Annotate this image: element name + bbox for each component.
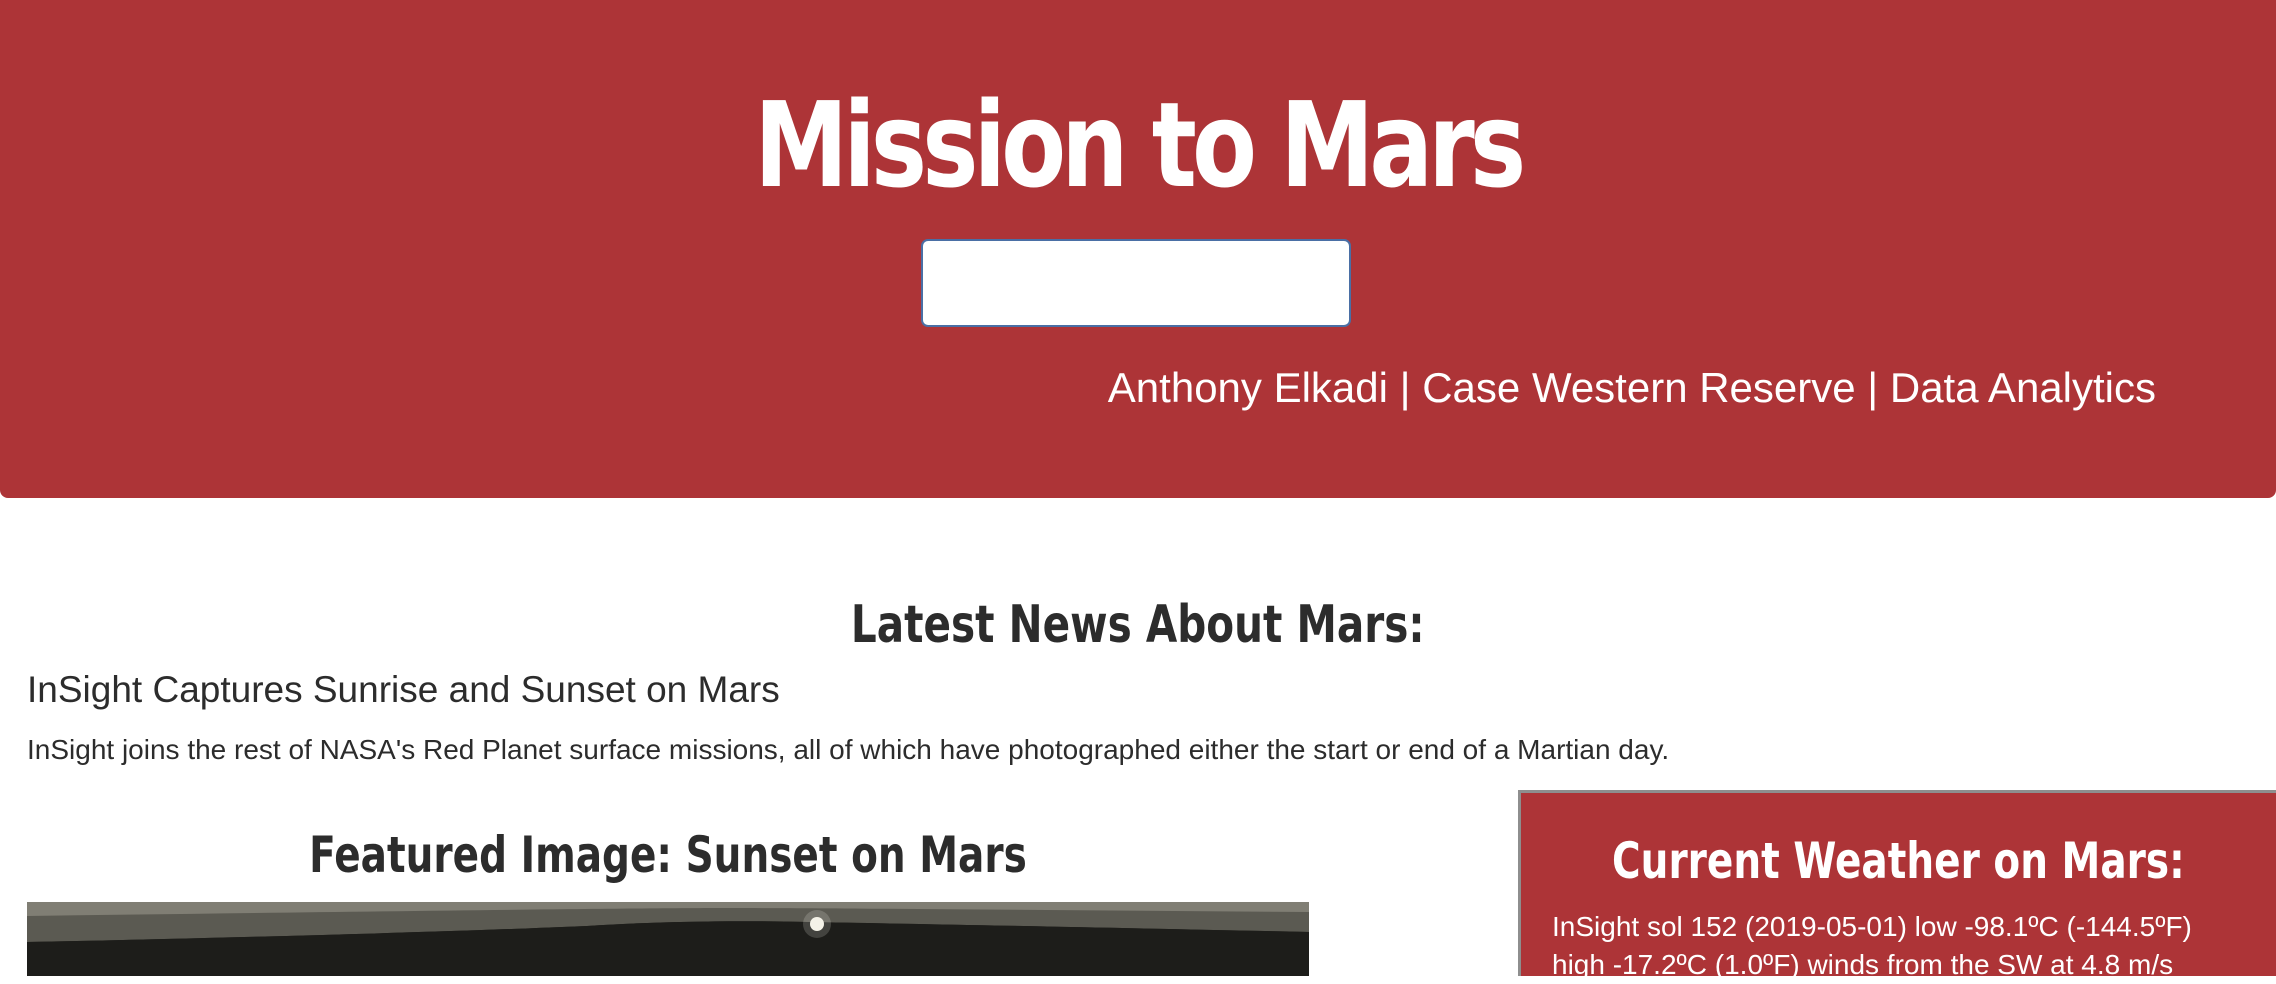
page-title: Mission to Mars [754, 76, 1526, 214]
header-banner: Mission to Mars Anthony Elkadi | Case We… [0, 0, 2276, 498]
news-teaser: InSight joins the rest of NASA's Red Pla… [27, 734, 1670, 765]
featured-image [27, 902, 1309, 976]
mars-sunset-photo [27, 902, 1309, 976]
featured-image-heading: Featured Image: Sunset on Mars [309, 826, 1027, 884]
weather-heading: Current Weather on Mars: [1612, 832, 2185, 890]
news-section-heading: Latest News About Mars: [850, 595, 1425, 655]
weather-panel: Current Weather on Mars: InSight sol 152… [1518, 790, 2276, 980]
news-title: InSight Captures Sunrise and Sunset on M… [27, 669, 780, 710]
scrape-data-button[interactable] [921, 239, 1351, 327]
author-line: Anthony Elkadi | Case Western Reserve | … [1107, 364, 2156, 411]
weather-report: InSight sol 152 (2019-05-01) low -98.1ºC… [1552, 911, 2192, 980]
